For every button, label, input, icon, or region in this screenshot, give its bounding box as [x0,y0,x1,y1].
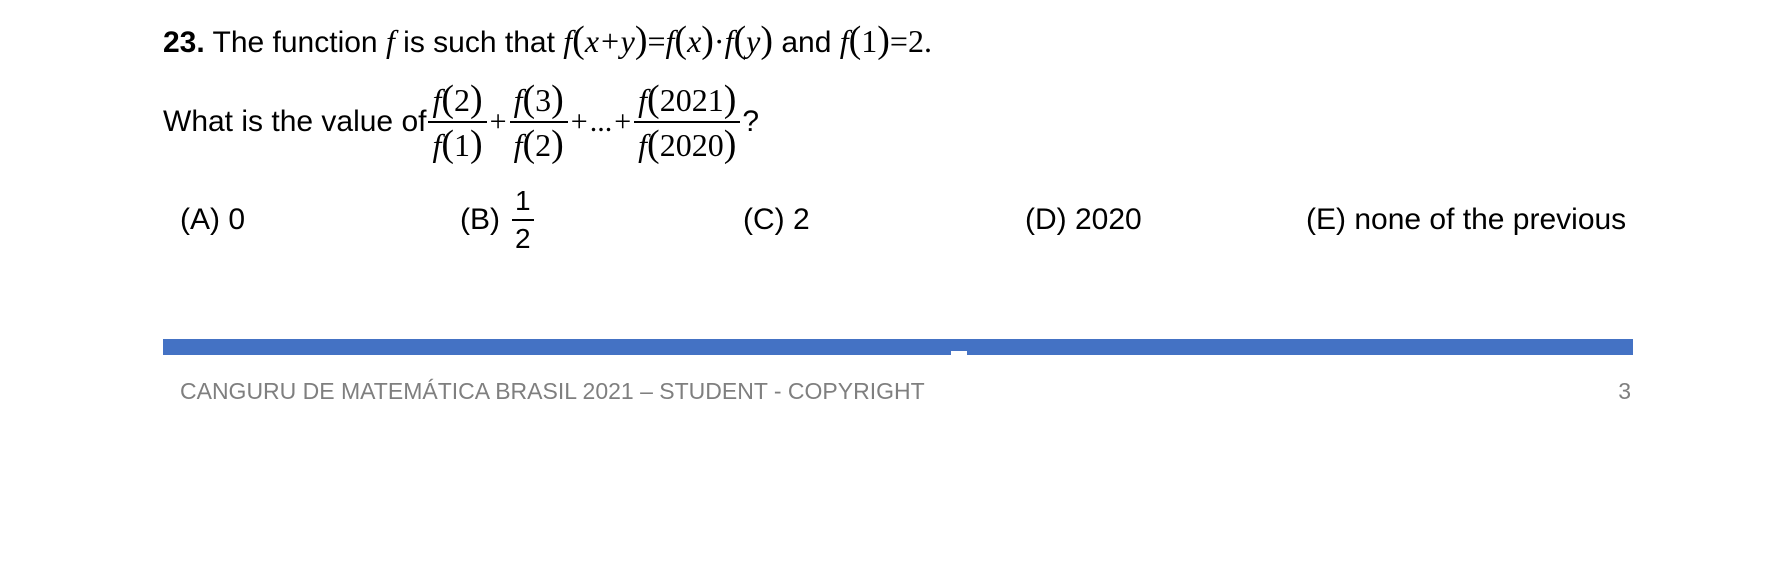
ellipsis: ... [589,105,613,138]
question-prompt: What is the value of f(2) f(1) + f(3) f(… [163,72,759,172]
document-page: 23. The function f is such that f(x+y)=f… [0,0,1786,576]
plus-sign: + [570,105,588,138]
question-number: 23. [163,26,205,59]
answer-options: (A) 0 (B) 1 2 (C) 2 (D) 2020 (E) none of… [0,180,1786,260]
option-d: (D) 2020 [1025,203,1142,236]
initial-condition: f(1)=2. [839,19,932,61]
plus-sign: + [614,105,632,138]
question-statement: 23. The function f is such that f(x+y)=f… [163,14,932,69]
footer-copyright: CANGURU DE MATEMÁTICA BRASIL 2021 – STUD… [180,378,925,404]
and-text: and [772,26,840,59]
fraction-term-3: f(2021) f(2020) [634,78,741,166]
functional-equation: f(x+y)=f(x)·f(y) [563,19,773,61]
function-symbol: f [385,23,395,59]
prompt-text: What is the value of [163,105,427,138]
fraction-term-2: f(3) f(2) [509,78,568,166]
option-e: (E) none of the previous [1306,203,1627,236]
question-mark: ? [742,105,760,138]
page-number: 3 [1618,378,1631,404]
option-b-fraction: 1 2 [512,183,534,257]
fraction-term-1: f(2) f(1) [428,78,487,166]
option-c: (C) 2 [743,203,810,236]
question-intro: The function [204,26,386,59]
option-a: (A) 0 [180,203,246,236]
option-b-label: (B) [460,203,500,236]
option-b: (B) 1 2 [460,180,534,260]
plus-sign: + [489,105,507,138]
footer-divider-bar [163,339,1633,355]
question-middle: is such that [394,26,564,59]
